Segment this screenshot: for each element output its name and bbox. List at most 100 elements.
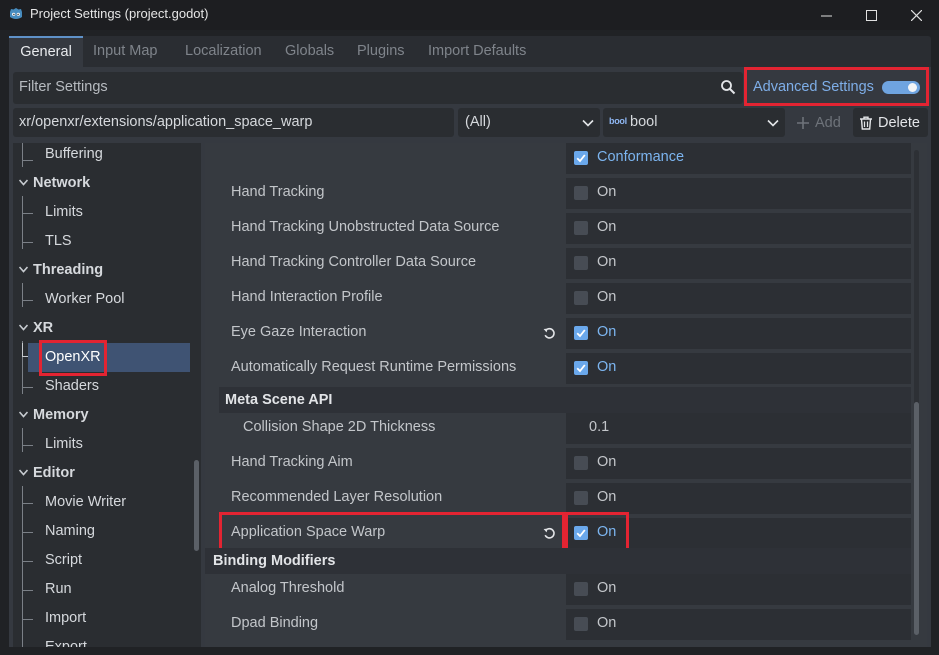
- highlight-box-name: [219, 512, 565, 553]
- chevron-down-icon[interactable]: [19, 179, 28, 186]
- tab-input-map[interactable]: Input Map: [93, 36, 158, 67]
- tree-item-script[interactable]: Script: [45, 546, 82, 574]
- scope-value: (All): [465, 114, 491, 130]
- tree-item-tls[interactable]: TLS: [45, 227, 72, 255]
- tab-import-defaults[interactable]: Import Defaults: [428, 36, 526, 67]
- property-name: Collision Shape 2D Thickness: [243, 419, 436, 435]
- tree-item-export[interactable]: Export: [45, 633, 87, 647]
- tree-item-shaders[interactable]: Shaders: [45, 372, 99, 400]
- property-name: Hand Interaction Profile: [231, 289, 383, 305]
- property-value: On: [597, 289, 617, 305]
- tree-item-movie-writer[interactable]: Movie Writer: [45, 488, 126, 516]
- tree-item-run[interactable]: Run: [45, 575, 72, 603]
- property-value: On: [597, 359, 617, 375]
- tree-item-buffering[interactable]: Buffering: [45, 143, 103, 168]
- property-value: On: [597, 615, 617, 631]
- tree-category-xr[interactable]: XR: [33, 314, 53, 342]
- property-name: Hand Tracking Unobstructed Data Source: [231, 219, 500, 235]
- openxr-highlight-box: [39, 340, 107, 376]
- property-row-hand-tracking-unobstructed: Hand Tracking Unobstructed Data Source O…: [205, 211, 911, 246]
- property-checkbox[interactable]: [574, 291, 588, 305]
- tree-category-network[interactable]: Network: [33, 169, 90, 197]
- property-checkbox[interactable]: [574, 456, 588, 470]
- tree-category-threading[interactable]: Threading: [33, 256, 103, 284]
- chevron-down-icon[interactable]: [19, 266, 28, 273]
- tab-plugins[interactable]: Plugins: [357, 36, 405, 67]
- chevron-down-icon: [767, 119, 779, 127]
- tree-item-limits[interactable]: Limits: [45, 198, 83, 226]
- property-name: Dpad Binding: [231, 615, 319, 631]
- property-row-collision-shape-thickness: Collision Shape 2D Thickness 0.1: [205, 411, 911, 446]
- property-checkbox[interactable]: [574, 491, 588, 505]
- property-row-conformance: Conformance: [205, 141, 911, 176]
- trash-icon: [860, 116, 872, 130]
- property-name: Hand Tracking Controller Data Source: [231, 254, 477, 270]
- tab-general[interactable]: General: [9, 36, 83, 67]
- property-checkbox[interactable]: [574, 361, 588, 375]
- inspector-scrollbar[interactable]: [914, 402, 919, 635]
- title-bar: Project Settings (project.godot): [0, 0, 939, 30]
- property-row-eye-gaze-interaction: Eye Gaze Interaction On: [205, 316, 911, 351]
- delete-button[interactable]: Delete: [853, 108, 928, 137]
- property-checkbox[interactable]: [574, 582, 588, 596]
- tree-scrollbar[interactable]: [194, 460, 199, 551]
- tree-item-limits[interactable]: Limits: [45, 430, 83, 458]
- minimize-button[interactable]: [803, 0, 849, 30]
- filter-settings-input[interactable]: Filter Settings: [13, 72, 743, 104]
- property-value-input[interactable]: 0.1: [589, 419, 609, 435]
- tree-items: Buffering Network Limits TLS Threading W…: [13, 143, 201, 647]
- chevron-down-icon[interactable]: [19, 324, 28, 331]
- property-name: Hand Tracking: [231, 184, 325, 200]
- delete-label: Delete: [878, 114, 920, 131]
- property-checkbox[interactable]: [574, 186, 588, 200]
- check-icon: [576, 329, 586, 338]
- tab-globals[interactable]: Globals: [285, 36, 334, 67]
- tree-item-naming[interactable]: Naming: [45, 517, 95, 545]
- check-icon: [576, 154, 586, 163]
- property-name: Analog Threshold: [231, 580, 345, 596]
- property-checkbox[interactable]: [574, 326, 588, 340]
- maximize-button[interactable]: [848, 0, 894, 30]
- property-row-analog-threshold: Analog Threshold On: [205, 572, 911, 607]
- add-button[interactable]: Add: [787, 108, 847, 137]
- property-name: Recommended Layer Resolution: [231, 489, 443, 505]
- tree-category-memory[interactable]: Memory: [33, 401, 89, 429]
- property-checkbox[interactable]: [574, 221, 588, 235]
- chevron-down-icon: [582, 119, 594, 127]
- conformance-checkbox[interactable]: [574, 151, 588, 165]
- property-row-auto-request-permissions: Automatically Request Runtime Permission…: [205, 351, 911, 386]
- section-binding-modifiers[interactable]: Binding Modifiers: [213, 548, 335, 574]
- property-checkbox[interactable]: [574, 256, 588, 270]
- property-name: Automatically Request Runtime Permission…: [231, 359, 517, 375]
- property-value: On: [597, 489, 617, 505]
- tab-localization[interactable]: Localization: [185, 36, 262, 67]
- close-button[interactable]: [893, 0, 939, 30]
- tree-item-import[interactable]: Import: [45, 604, 86, 632]
- highlight-box-value: [565, 512, 629, 553]
- property-name: Eye Gaze Interaction: [231, 324, 367, 340]
- toggle-switch[interactable]: [882, 81, 920, 94]
- window-title: Project Settings (project.godot): [30, 6, 209, 21]
- property-path: xr/openxr/extensions/application_space_w…: [19, 114, 313, 130]
- property-value: On: [597, 254, 617, 270]
- advanced-settings-toggle[interactable]: Advanced Settings: [744, 67, 929, 106]
- tree-item-worker-pool[interactable]: Worker Pool: [45, 285, 125, 313]
- type-dropdown[interactable]: bool bool: [603, 108, 785, 137]
- property-name: Hand Tracking Aim: [231, 454, 353, 470]
- search-icon: [721, 80, 736, 95]
- add-label: Add: [815, 114, 841, 131]
- property-path-input[interactable]: xr/openxr/extensions/application_space_w…: [13, 108, 454, 137]
- property-value: On: [597, 324, 617, 340]
- godot-icon: [10, 8, 22, 19]
- chevron-down-icon[interactable]: [19, 469, 28, 476]
- tree-category-editor[interactable]: Editor: [33, 459, 75, 487]
- minimize-icon: [820, 15, 832, 16]
- scope-dropdown[interactable]: (All): [458, 108, 600, 137]
- section-meta-scene-api[interactable]: Meta Scene API: [225, 387, 332, 413]
- revert-icon[interactable]: [543, 327, 556, 340]
- chevron-down-icon[interactable]: [19, 411, 28, 418]
- property-checkbox[interactable]: [574, 617, 588, 631]
- property-value: On: [597, 219, 617, 235]
- conformance-label: Conformance: [597, 149, 685, 165]
- property-value: On: [597, 454, 617, 470]
